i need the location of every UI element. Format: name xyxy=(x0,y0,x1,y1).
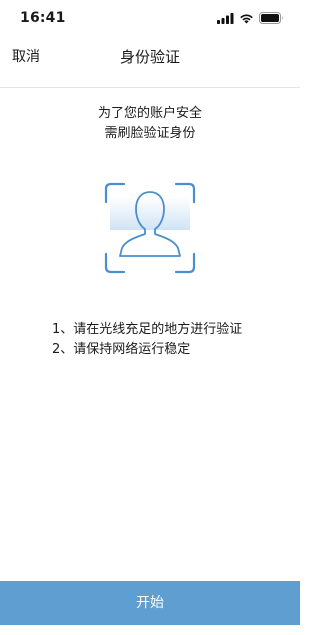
signal-icon xyxy=(217,12,234,24)
nav-bar: 取消 身份验证 xyxy=(0,36,300,76)
page-title: 身份验证 xyxy=(119,48,180,66)
nav-divider xyxy=(0,87,300,88)
prompt-line-2: 需刷脸验证身份 xyxy=(104,126,196,141)
face-scan-icon xyxy=(104,182,196,274)
tips-list: 1、请在光线充足的地方进行验证 2、请保持网络运行稳定 xyxy=(52,320,242,360)
security-prompt: 为了您的账户安全 需刷脸验证身份 xyxy=(0,104,300,144)
start-button[interactable]: 开始 xyxy=(0,581,300,625)
prompt-line-1: 为了您的账户安全 xyxy=(97,106,202,121)
status-icons xyxy=(217,12,284,24)
tip-item-1: 1、请在光线充足的地方进行验证 xyxy=(52,322,243,337)
status-time: 16:41 xyxy=(20,10,66,26)
status-bar: 16:41 xyxy=(0,0,300,36)
home-indicator-area xyxy=(0,625,300,635)
wifi-icon xyxy=(240,13,253,23)
battery-icon xyxy=(259,12,283,24)
tip-item-2: 2、请保持网络运行稳定 xyxy=(52,342,191,357)
